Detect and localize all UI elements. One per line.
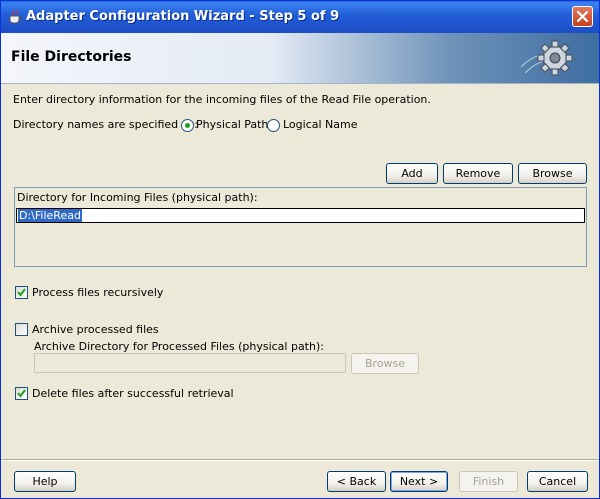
archive-files-label[interactable]: Archive processed files [32,323,159,336]
archive-dir-field[interactable] [34,353,346,373]
close-icon [577,11,588,22]
finish-button[interactable]: Finish [459,471,518,492]
page-title: File Directories [11,49,132,65]
radio-selected-dot [185,123,190,128]
archive-files-checkbox[interactable] [15,323,28,336]
table-row[interactable]: D:\FileRead [16,208,585,223]
gear-icon [521,40,573,76]
table-cell[interactable]: D:\FileRead [18,209,82,222]
checkmark-icon [17,288,26,297]
intro-text: Enter directory information for the inco… [13,93,431,106]
footer-separator [1,459,599,461]
incoming-directories-table[interactable]: Directory for Incoming Files (physical p… [14,187,587,267]
checkmark-icon [17,389,26,398]
remove-button[interactable]: Remove [443,163,513,184]
delete-after-label[interactable]: Delete files after successful retrieval [32,387,234,400]
physical-path-radio[interactable] [181,119,194,132]
wizard-window: Adapter Configuration Wizard - Step 5 of… [0,0,600,499]
help-button[interactable]: Help [14,471,76,492]
add-button[interactable]: Add [386,163,438,184]
coffee-cup-icon [7,9,23,25]
page-header-banner: File Directories [1,33,599,84]
logical-name-radio[interactable] [267,119,280,132]
logical-name-label[interactable]: Logical Name [283,118,358,131]
process-recursively-label[interactable]: Process files recursively [32,286,163,299]
physical-path-label[interactable]: Physical Path [196,118,268,131]
window-title: Adapter Configuration Wizard - Step 5 of… [26,9,340,24]
process-recursively-checkbox[interactable] [15,286,28,299]
cancel-button[interactable]: Cancel [527,471,588,492]
close-button[interactable] [572,6,593,27]
delete-after-checkbox[interactable] [15,387,28,400]
browse-button[interactable]: Browse [518,163,587,184]
title-bar[interactable]: Adapter Configuration Wizard - Step 5 of… [1,1,599,33]
table-header: Directory for Incoming Files (physical p… [17,191,258,204]
next-button[interactable]: Next > [390,471,448,492]
archive-browse-button[interactable]: Browse [351,353,419,374]
directory-names-label: Directory names are specified as: [13,118,198,131]
back-button[interactable]: < Back [327,471,386,492]
archive-dir-label: Archive Directory for Processed Files (p… [34,340,324,353]
